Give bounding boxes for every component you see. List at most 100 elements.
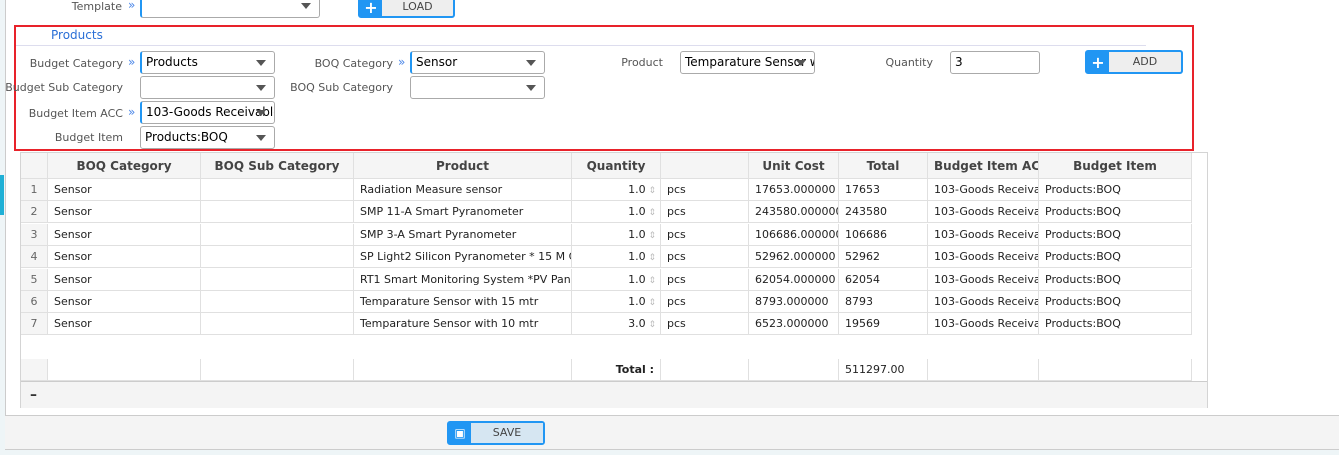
table-cell[interactable]: Temparature Sensor with 15 mtr: [354, 291, 572, 313]
table-cell[interactable]: pcs: [661, 246, 749, 269]
table-cell[interactable]: 106686.000000: [749, 223, 839, 246]
table-cell[interactable]: 52962.000000: [749, 246, 839, 269]
table-cell[interactable]: Products:BOQ: [1039, 291, 1192, 313]
budget-item-acc-select[interactable]: 103-Goods Receivable: [140, 101, 275, 124]
product-select[interactable]: Temparature Sensor w: [680, 51, 815, 74]
table-cell[interactable]: 17653.000000: [749, 179, 839, 201]
table-cell[interactable]: pcs: [661, 223, 749, 246]
add-button[interactable]: + ADD: [1085, 50, 1183, 74]
boq-sub-category-select[interactable]: [410, 76, 545, 99]
add-label: ADD: [1132, 55, 1158, 68]
table-cell[interactable]: [201, 313, 354, 336]
table-cell[interactable]: pcs: [661, 179, 749, 201]
table-cell[interactable]: 6523.000000: [749, 313, 839, 336]
table-cell[interactable]: Radiation Measure sensor: [354, 179, 572, 201]
table-cell[interactable]: [201, 201, 354, 224]
table-cell[interactable]: Products:BOQ: [1039, 313, 1192, 336]
spinner-icon[interactable]: ⇕: [646, 186, 656, 196]
spinner-icon[interactable]: ⇕: [646, 276, 656, 286]
column-header[interactable]: Budget Item ACC: [928, 153, 1039, 179]
quantity-input[interactable]: 3: [950, 51, 1040, 74]
table-cell[interactable]: 103-Goods Receivable: [928, 291, 1039, 313]
collapse-button[interactable]: –: [21, 381, 1207, 408]
table-cell[interactable]: 52962: [839, 246, 928, 269]
budget-sub-category-select[interactable]: [140, 76, 275, 99]
table-cell[interactable]: 103-Goods Receivable: [928, 223, 1039, 246]
table-cell[interactable]: Products:BOQ: [1039, 179, 1192, 201]
budget-category-select[interactable]: Products: [140, 51, 275, 74]
table-cell[interactable]: [201, 268, 354, 291]
table-cell[interactable]: pcs: [661, 313, 749, 336]
save-button[interactable]: ▣ SAVE: [447, 421, 545, 445]
column-header[interactable]: Total: [839, 153, 928, 179]
spinner-icon[interactable]: ⇕: [646, 320, 656, 330]
table-cell[interactable]: 103-Goods Receivable: [928, 246, 1039, 269]
table-cell[interactable]: pcs: [661, 201, 749, 224]
table-cell[interactable]: 1.0 ⇕: [572, 291, 661, 313]
column-header[interactable]: [661, 153, 749, 179]
column-header[interactable]: Quantity: [572, 153, 661, 179]
table-cell[interactable]: 1.0 ⇕: [572, 268, 661, 291]
table-cell[interactable]: 1.0 ⇕: [572, 201, 661, 224]
load-button[interactable]: + LOAD: [358, 0, 455, 18]
dropdown-arrow-icon: [256, 60, 266, 66]
column-header[interactable]: Product: [354, 153, 572, 179]
table-cell[interactable]: 243580: [839, 201, 928, 224]
budget-item-select[interactable]: Products:BOQ: [140, 126, 275, 149]
table-cell[interactable]: SMP 3-A Smart Pyranometer: [354, 223, 572, 246]
table-cell[interactable]: 106686: [839, 223, 928, 246]
table-cell[interactable]: 62054.000000: [749, 268, 839, 291]
table-cell[interactable]: 103-Goods Receivable: [928, 313, 1039, 336]
column-header[interactable]: BOQ Sub Category: [201, 153, 354, 179]
table-cell[interactable]: Sensor: [48, 246, 201, 269]
boq-category-label: BOQ Category: [314, 57, 393, 70]
table-cell[interactable]: Products:BOQ: [1039, 223, 1192, 246]
column-header[interactable]: BOQ Category: [48, 153, 201, 179]
table-cell[interactable]: 8793.000000: [749, 291, 839, 313]
floppy-disk-icon: ▣: [449, 423, 471, 443]
boq-category-value: Sensor: [416, 55, 458, 69]
table-cell[interactable]: RT1 Smart Monitoring System *PV Panel Te…: [354, 268, 572, 291]
template-select[interactable]: [140, 0, 320, 18]
table-cell[interactable]: pcs: [661, 268, 749, 291]
table-cell[interactable]: [201, 246, 354, 269]
spinner-icon[interactable]: ⇕: [646, 253, 656, 263]
spinner-icon[interactable]: ⇕: [646, 231, 656, 241]
table-cell[interactable]: pcs: [661, 291, 749, 313]
spinner-icon[interactable]: ⇕: [646, 208, 656, 218]
table-cell[interactable]: 19569: [839, 313, 928, 336]
table-cell[interactable]: SP Light2 Silicon Pyranometer * 15 M Cab…: [354, 246, 572, 269]
table-cell[interactable]: Sensor: [48, 291, 201, 313]
table-cell[interactable]: 1.0 ⇕: [572, 179, 661, 201]
table-cell[interactable]: Products:BOQ: [1039, 201, 1192, 224]
table-cell[interactable]: SMP 11-A Smart Pyranometer: [354, 201, 572, 224]
table-cell[interactable]: Temparature Sensor with 10 mtr: [354, 313, 572, 336]
total-row-cell: [48, 359, 201, 381]
table-cell[interactable]: Products:BOQ: [1039, 268, 1192, 291]
table-cell[interactable]: 3.0 ⇕: [572, 313, 661, 336]
table-cell[interactable]: [201, 223, 354, 246]
table-cell[interactable]: Sensor: [48, 313, 201, 336]
table-cell[interactable]: Sensor: [48, 201, 201, 224]
row-number: 5: [21, 268, 48, 291]
table-cell[interactable]: 62054: [839, 268, 928, 291]
spinner-icon[interactable]: ⇕: [646, 298, 656, 308]
table-cell[interactable]: [201, 179, 354, 201]
table-cell[interactable]: 1.0 ⇕: [572, 246, 661, 269]
table-cell[interactable]: 103-Goods Receivable: [928, 179, 1039, 201]
table-cell[interactable]: 1.0 ⇕: [572, 223, 661, 246]
table-cell[interactable]: Sensor: [48, 223, 201, 246]
boq-category-select[interactable]: Sensor: [410, 51, 545, 74]
table-cell[interactable]: 243580.000000: [749, 201, 839, 224]
column-header[interactable]: Budget Item: [1039, 153, 1192, 179]
table-cell[interactable]: [201, 291, 354, 313]
table-cell[interactable]: 17653: [839, 179, 928, 201]
table-cell[interactable]: 103-Goods Receivable: [928, 201, 1039, 224]
table-cell[interactable]: 103-Goods Receivable: [928, 268, 1039, 291]
table-cell[interactable]: Sensor: [48, 179, 201, 201]
quantity-value: 1.0: [628, 205, 646, 219]
table-cell[interactable]: 8793: [839, 291, 928, 313]
column-header[interactable]: Unit Cost: [749, 153, 839, 179]
table-cell[interactable]: Sensor: [48, 268, 201, 291]
table-cell[interactable]: Products:BOQ: [1039, 246, 1192, 269]
